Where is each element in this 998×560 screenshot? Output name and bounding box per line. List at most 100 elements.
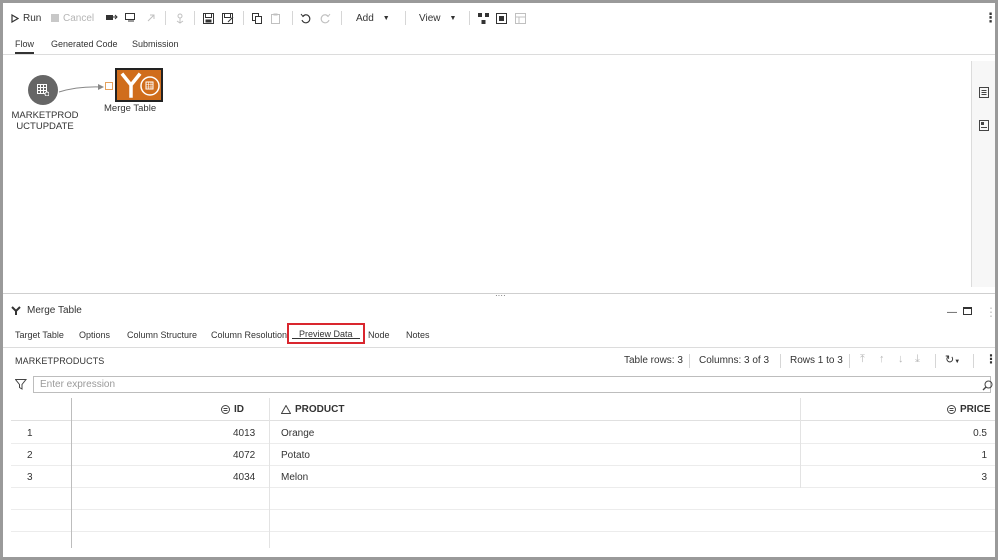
undo-icon [300,13,311,23]
product-cell: Orange [281,428,315,439]
run-to-icon [106,14,118,20]
view-menu-button[interactable]: View ▼ [419,10,456,26]
table-row[interactable]: 1 4013 Orange 0.5 [11,422,995,444]
id-cell: 4034 [233,472,256,483]
view-label: View [419,12,441,24]
table-row[interactable]: 2 4072 Potato 1 [11,444,995,466]
copy-button[interactable] [252,10,263,26]
row-number: 3 [27,472,33,483]
character-column-icon [281,405,291,414]
play-icon [11,13,19,23]
stop-icon [51,14,59,22]
save-button[interactable] [203,10,214,26]
filter-icon[interactable] [15,379,27,390]
first-page-icon[interactable]: ⤒ [860,353,865,366]
tab-node[interactable]: Node [368,330,390,340]
row-number: 2 [27,450,33,461]
copy-icon [252,12,262,24]
pin-button[interactable] [175,10,185,26]
input-port[interactable] [105,82,113,90]
refresh-menu-button[interactable]: ↻▼ [945,353,960,366]
arrange-button[interactable] [478,10,489,26]
redo-button[interactable] [320,10,331,26]
tab-submission[interactable]: Submission [132,39,179,49]
save-icon [203,12,214,24]
cancel-button[interactable]: Cancel [51,10,94,26]
run-from-node-button[interactable] [125,10,137,26]
more-options-icon[interactable]: ⋮ [984,10,995,26]
merge-icon [120,72,160,98]
add-menu-button[interactable]: Add ▼ [356,10,390,26]
properties-icon[interactable] [979,120,989,131]
maximize-icon[interactable] [963,307,973,319]
right-rail [971,61,995,287]
price-cell: 3 [981,472,987,483]
table-row[interactable]: 3 4034 Melon 3 [11,466,995,488]
undo-run-button[interactable] [146,10,156,26]
panel-tabs: Target Table Options Column Structure Co… [3,323,995,347]
tab-options[interactable]: Options [79,330,110,340]
fit-icon [496,12,507,24]
connection-arrow [58,84,104,93]
next-page-icon[interactable]: ↓ [898,353,904,365]
splitter-grip-icon[interactable]: ···· [495,291,506,300]
app-frame: Run Cancel Add ▼ View ▼ ⋮ Flow Generated… [3,3,995,557]
run-from-icon [125,13,135,22]
empty-row [11,488,995,510]
last-page-icon[interactable]: ⤓ [915,353,920,366]
cancel-label: Cancel [63,12,95,24]
redo-icon [320,13,331,23]
fit-button[interactable] [496,10,507,26]
refresh-icon: ↻ [945,354,955,366]
empty-row [11,510,995,532]
paste-button[interactable] [271,10,282,26]
minimize-icon[interactable]: — [947,307,957,318]
anchor-icon [176,13,184,24]
numeric-column-icon [947,405,956,414]
table-icon [37,84,49,96]
numeric-column-icon [221,405,230,414]
tab-notes[interactable]: Notes [406,330,430,340]
filter-expression-input[interactable] [33,376,991,393]
top-tabs: Flow Generated Code Submission [3,35,995,55]
tab-generated-code[interactable]: Generated Code [51,39,118,49]
previous-page-icon[interactable]: ↑ [879,353,885,365]
filter-row [3,375,995,395]
panel-title-text: Merge Table [27,305,82,316]
merge-table-node[interactable] [115,68,163,102]
run-button[interactable]: Run [11,10,41,26]
tab-preview-data[interactable]: Preview Data [287,323,365,344]
add-label: Add [356,12,374,24]
save-as-button[interactable] [222,10,234,26]
price-cell: 0.5 [973,428,987,439]
undo-button[interactable] [300,10,311,26]
preview-more-icon[interactable]: ⋮ [985,352,995,366]
overview-icon [515,12,526,24]
product-cell: Potato [281,450,310,461]
arrange-icon [478,12,489,24]
panel-more-icon[interactable]: ⋮ [985,305,995,319]
grid-header: ID PRODUCT PRICE [11,398,995,421]
run-to-node-button[interactable] [106,10,118,26]
id-cell: 4072 [233,450,256,461]
product-cell: Melon [281,472,309,483]
chevron-down-icon: ▼ [449,14,457,22]
source-node-label: MARKETPROD UCTUPDATE [11,110,79,132]
chevron-down-icon: ▼ [382,14,390,22]
column-header-id[interactable]: ID [221,398,244,421]
chevron-down-icon: ▼ [954,359,961,365]
tab-column-resolution[interactable]: Column Resolution [211,330,287,340]
tab-target-table[interactable]: Target Table [15,330,64,340]
details-icon[interactable] [979,87,989,98]
row-number: 1 [27,428,33,439]
tab-column-structure[interactable]: Column Structure [127,330,197,340]
search-icon[interactable] [982,380,993,391]
tab-flow[interactable]: Flow [15,39,35,54]
flow-canvas[interactable]: MARKETPROD UCTUPDATE Merge Table [3,55,971,293]
column-header-price[interactable]: PRICE [947,398,991,421]
panel-title: Merge Table [11,305,82,316]
column-header-product[interactable]: PRODUCT [281,398,344,421]
paste-icon [271,13,280,24]
source-table-node[interactable] [28,75,58,105]
overview-button[interactable] [515,10,526,26]
